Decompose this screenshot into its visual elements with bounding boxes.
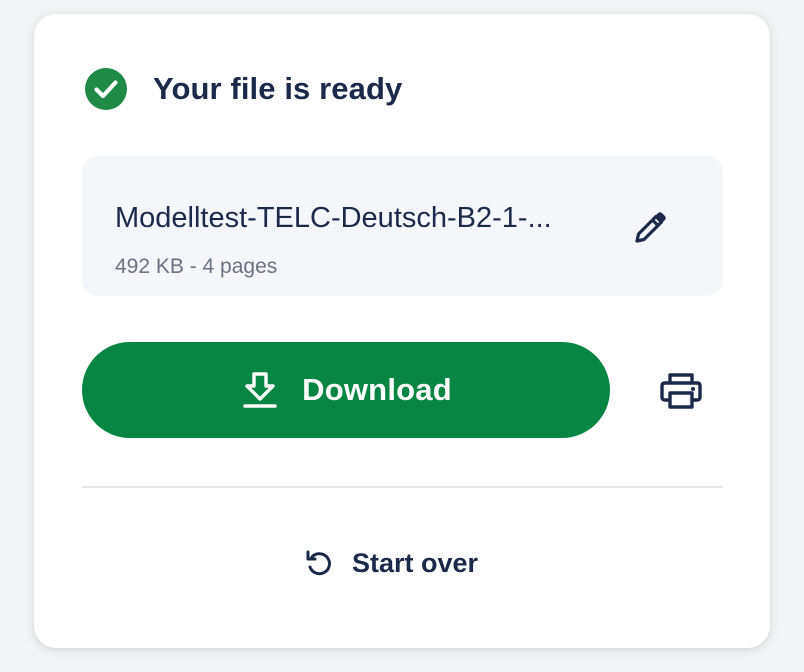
undo-icon bbox=[304, 549, 334, 579]
divider bbox=[82, 486, 723, 488]
download-label: Download bbox=[302, 372, 452, 407]
start-over-label: Start over bbox=[352, 548, 479, 578]
printer-icon[interactable] bbox=[656, 366, 706, 416]
file-ready-card: Your file is ready Modelltest-TELC-Deuts… bbox=[34, 14, 770, 648]
status-title: Your file is ready bbox=[153, 71, 403, 106]
download-icon bbox=[240, 370, 280, 410]
file-info-panel: Modelltest-TELC-Deutsch-B2-1-... 492 KB … bbox=[82, 156, 723, 296]
download-button[interactable]: Download bbox=[82, 342, 610, 438]
check-circle-icon bbox=[84, 67, 128, 111]
start-over-button[interactable]: Start over bbox=[304, 548, 478, 579]
pencil-icon[interactable] bbox=[628, 206, 672, 250]
file-name: Modelltest-TELC-Deutsch-B2-1-... bbox=[115, 202, 552, 234]
file-meta: 492 KB - 4 pages bbox=[115, 255, 278, 278]
status-header: Your file is ready bbox=[84, 67, 402, 111]
